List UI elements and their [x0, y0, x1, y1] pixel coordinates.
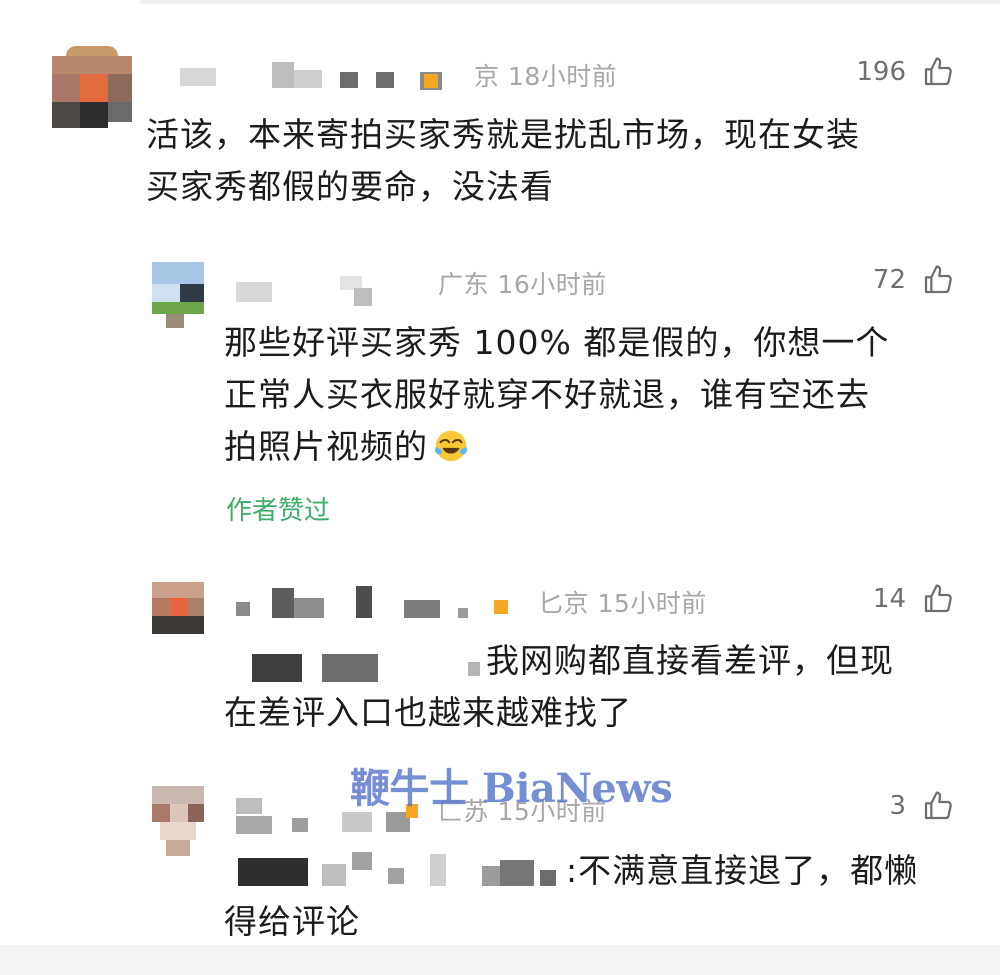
- comment-meta: 匕京 15小时前: [538, 589, 707, 618]
- top-divider: [140, 0, 1000, 4]
- like-count: 14: [872, 584, 906, 614]
- comment-text-line: 那些好评买家秀 100% 都是假的，你想一个: [224, 323, 890, 362]
- comment-text-line: 活该，本来寄拍买家秀就是扰乱市场，现在女装: [146, 115, 860, 154]
- comment-meta: 广东 16小时前: [438, 270, 607, 299]
- author-liked-label: 作者赞过: [226, 496, 331, 526]
- thumbs-up-icon[interactable]: [922, 264, 954, 296]
- avatar[interactable]: [52, 46, 132, 130]
- comment-text-line-with-emoji: 拍照片视频的: [224, 421, 470, 473]
- username-redacted[interactable]: [236, 272, 386, 312]
- comment-text-line: 在差评入口也越来越难找了: [224, 693, 632, 732]
- thumbs-up-icon[interactable]: [922, 790, 954, 822]
- mention-redacted: [252, 646, 482, 686]
- username-redacted[interactable]: [180, 56, 450, 96]
- comment-text-fragment: 拍照片视频的: [224, 427, 428, 466]
- username-redacted[interactable]: [236, 584, 516, 624]
- mention-redacted: [238, 852, 568, 892]
- comment-text-line: 正常人买衣服好就穿不好就退，谁有空还去: [224, 375, 870, 414]
- avatar[interactable]: [152, 582, 204, 634]
- like-count: 3: [889, 791, 906, 821]
- comment-meta: 京 18小时前: [474, 62, 618, 91]
- comment-text-line: 我网购都直接看差评，但现: [486, 641, 894, 680]
- avatar[interactable]: [152, 786, 204, 858]
- comment-text-line: 买家秀都假的要命，没法看: [146, 167, 554, 206]
- avatar[interactable]: [152, 262, 204, 328]
- watermark: 鞭牛士 BiaNews: [350, 765, 673, 812]
- thumbs-up-icon[interactable]: [922, 583, 954, 615]
- thumbs-up-icon[interactable]: [922, 56, 954, 88]
- location-badge: [494, 600, 508, 614]
- face-with-tears-of-joy-icon: [435, 430, 467, 462]
- like-count: 72: [872, 265, 906, 295]
- like-count: 196: [856, 57, 906, 87]
- comment-text-line: 得给评论: [224, 902, 360, 941]
- bottom-bar: [0, 945, 1000, 975]
- comment-text-line: :不满意直接退了，都懒: [566, 851, 919, 890]
- location-badge: [424, 74, 438, 88]
